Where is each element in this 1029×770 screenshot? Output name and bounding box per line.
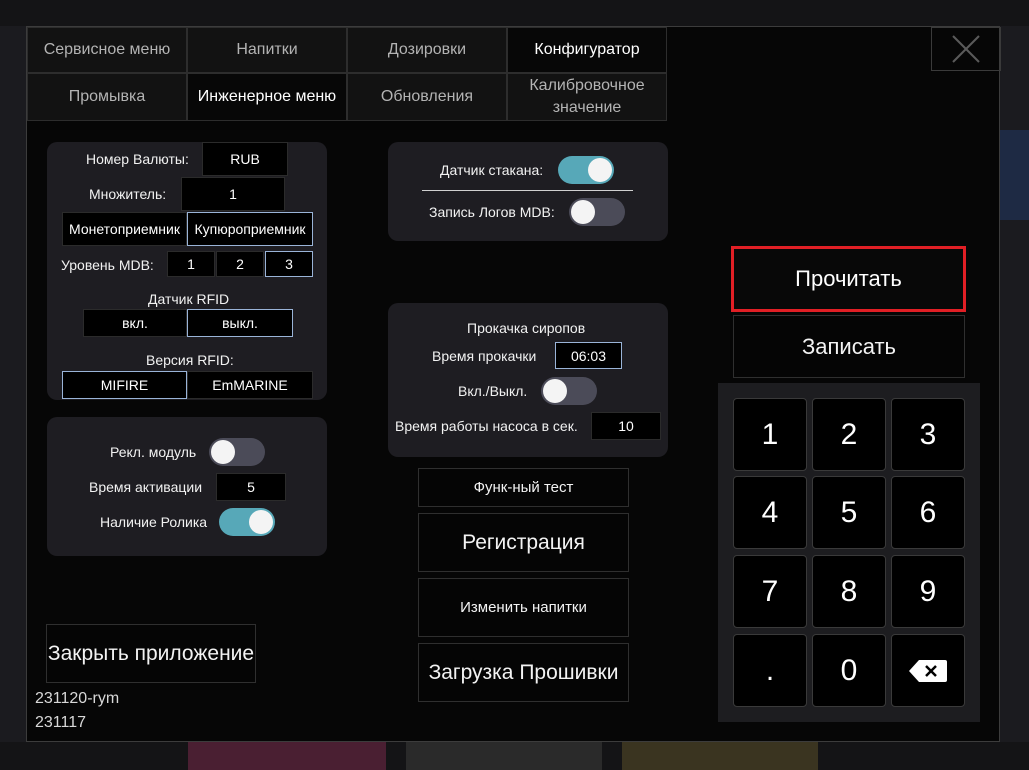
roll-presence-toggle[interactable] (219, 508, 275, 536)
rfid-version-label: Версия RFID: (146, 352, 234, 368)
registration-button[interactable]: Регистрация (418, 513, 629, 572)
write-button[interactable]: Записать (733, 315, 965, 378)
mdb-log-label: Запись Логов MDB: (429, 204, 555, 220)
pump-time-label: Время работы насоса в сек. (395, 418, 578, 434)
mdb-level-2[interactable]: 2 (216, 251, 264, 277)
cup-sensor-label: Датчик стакана: (440, 162, 544, 178)
key-2[interactable]: 2 (812, 398, 886, 471)
version-line-1: 231120-rym (35, 690, 120, 707)
numeric-keypad: 1 2 3 4 5 6 7 8 9 . 0 (718, 383, 980, 722)
key-6[interactable]: 6 (891, 476, 965, 549)
key-0[interactable]: 0 (812, 634, 886, 707)
toggle-knob (249, 510, 273, 534)
version-line-2: 231117 (35, 714, 87, 731)
background-header (0, 0, 1029, 26)
ad-module-toggle[interactable] (209, 438, 265, 466)
background-side-element (1000, 130, 1029, 220)
background-card (622, 740, 818, 770)
coin-acceptor-option[interactable]: Монетоприемник (62, 212, 187, 246)
tab-flushing[interactable]: Промывка (27, 73, 187, 121)
tab-calibration-value[interactable]: Калибровочное значение (507, 73, 667, 121)
toggle-knob (211, 440, 235, 464)
currency-field[interactable]: RUB (202, 142, 288, 176)
key-4[interactable]: 4 (733, 476, 807, 549)
change-drinks-button[interactable]: Изменить напитки (418, 578, 629, 637)
multiplier-field[interactable]: 1 (181, 177, 285, 211)
mdb-level-3[interactable]: 3 (265, 251, 313, 277)
backspace-icon (909, 659, 947, 682)
mdb-level-label: Уровень MDB: (61, 257, 154, 273)
close-icon (952, 35, 980, 63)
background-card (406, 740, 602, 770)
settings-dialog: Сервисное меню Напитки Дозировки Конфигу… (26, 26, 1001, 742)
bill-acceptor-option[interactable]: Купюроприемник (187, 212, 313, 246)
toggle-knob (571, 200, 595, 224)
key-9[interactable]: 9 (891, 555, 965, 628)
tab-engineering-menu[interactable]: Инженерное меню (187, 73, 347, 121)
key-dot[interactable]: . (733, 634, 807, 707)
currency-label: Номер Валюты: (86, 151, 189, 167)
toggle-knob (588, 158, 612, 182)
rfid-sensor-off[interactable]: выкл. (187, 309, 293, 337)
rfid-version-mifire[interactable]: MIFIRE (62, 371, 187, 399)
activation-time-field[interactable]: 5 (216, 473, 286, 501)
pumping-onoff-label: Вкл./Выкл. (458, 383, 528, 399)
mdb-log-toggle[interactable] (569, 198, 625, 226)
divider (422, 190, 633, 191)
key-8[interactable]: 8 (812, 555, 886, 628)
read-button[interactable]: Прочитать (731, 246, 966, 312)
pumping-time-label: Время прокачки (432, 348, 537, 364)
syrup-pumping-title: Прокачка сиропов (467, 320, 586, 336)
tab-dosages[interactable]: Дозировки (347, 27, 507, 73)
pumping-onoff-toggle[interactable] (541, 377, 597, 405)
sensor-panel (388, 142, 668, 241)
tab-service-menu[interactable]: Сервисное меню (27, 27, 187, 73)
activation-time-label: Время активации (89, 479, 203, 495)
function-test-button[interactable]: Функ-ный тест (418, 468, 629, 507)
cup-sensor-toggle[interactable] (558, 156, 614, 184)
roll-presence-label: Наличие Ролика (100, 514, 208, 530)
firmware-upload-button[interactable]: Загрузка Прошивки (418, 643, 629, 702)
multiplier-label: Множитель: (89, 186, 167, 202)
pumping-time-field[interactable]: 06:03 (555, 342, 622, 369)
key-3[interactable]: 3 (891, 398, 965, 471)
rfid-sensor-label: Датчик RFID (148, 291, 230, 307)
close-app-button[interactable]: Закрыть приложение (46, 624, 256, 683)
rfid-sensor-on[interactable]: вкл. (83, 309, 187, 337)
tab-configurator[interactable]: Конфигуратор (507, 27, 667, 73)
pump-time-field[interactable]: 10 (591, 412, 661, 440)
toggle-knob (543, 379, 567, 403)
background-card (188, 740, 386, 770)
key-5[interactable]: 5 (812, 476, 886, 549)
rfid-version-emmarine[interactable]: EmMARINE (187, 371, 313, 399)
key-backspace[interactable] (891, 634, 965, 707)
tab-drinks[interactable]: Напитки (187, 27, 347, 73)
tab-updates[interactable]: Обновления (347, 73, 507, 121)
key-1[interactable]: 1 (733, 398, 807, 471)
close-button[interactable] (931, 27, 1001, 71)
mdb-level-1[interactable]: 1 (167, 251, 215, 277)
key-7[interactable]: 7 (733, 555, 807, 628)
ad-module-label: Рекл. модуль (110, 444, 197, 460)
